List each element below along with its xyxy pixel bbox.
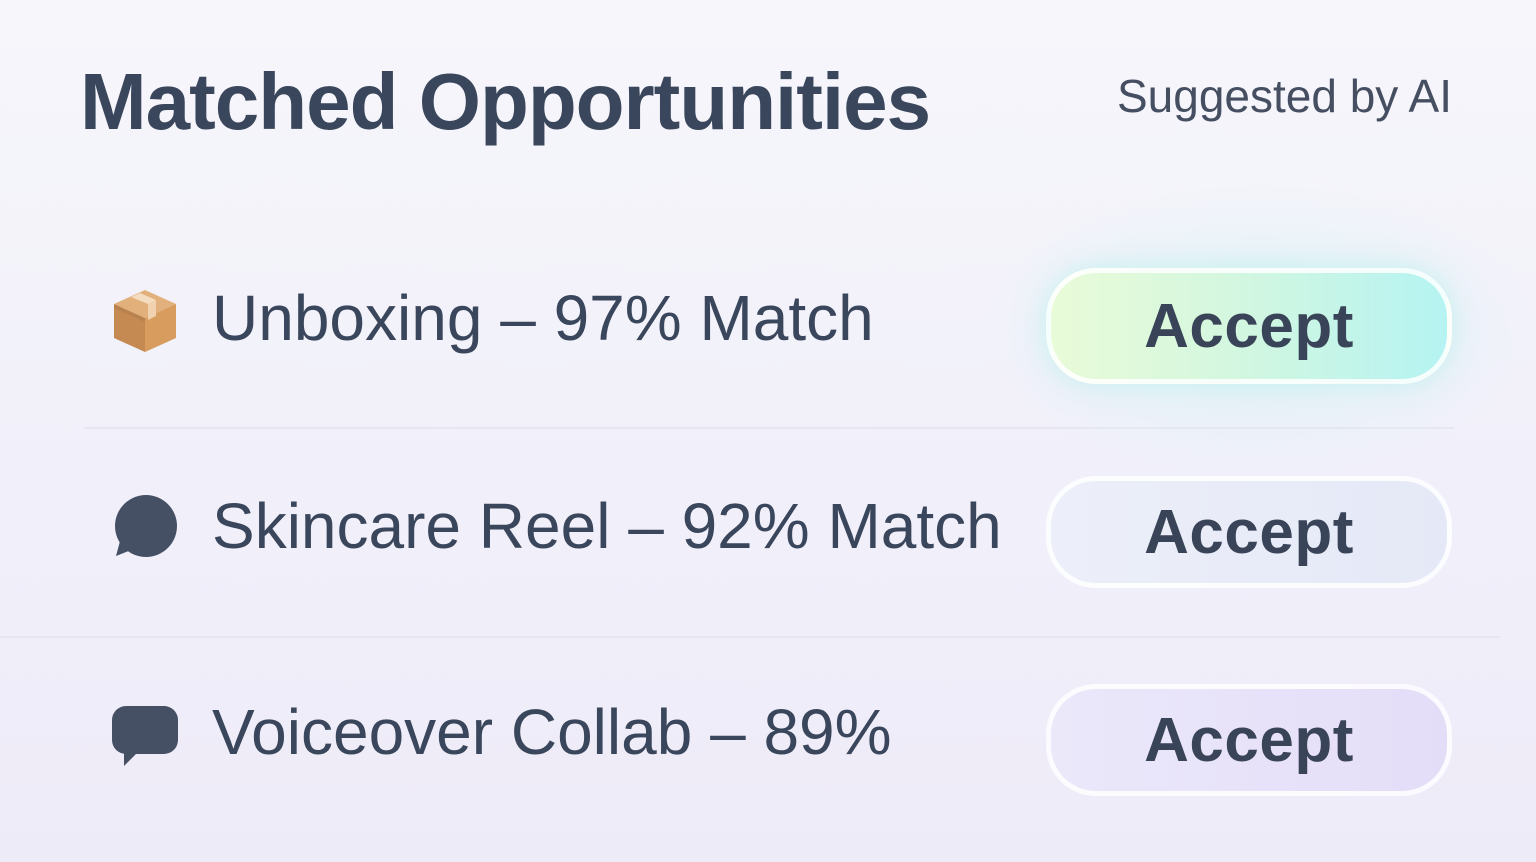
row-divider xyxy=(84,427,1454,429)
accept-button-unboxing[interactable]: Accept xyxy=(1046,268,1452,384)
opportunity-row-unboxing: Unboxing – 97% Match Accept xyxy=(0,254,1536,394)
opportunity-label: Skincare Reel – 92% Match xyxy=(212,490,1002,562)
opportunity-row-skincare-reel: Skincare Reel – 92% Match Accept xyxy=(0,462,1536,602)
panel-header: Matched Opportunities Suggested by AI xyxy=(80,52,1456,162)
package-icon xyxy=(110,286,180,356)
accept-button-voiceover-collab[interactable]: Accept xyxy=(1046,684,1452,796)
accept-button-skincare-reel[interactable]: Accept xyxy=(1046,476,1452,588)
opportunity-label: Voiceover Collab – 89% xyxy=(212,696,892,768)
ai-suggestion-label: Suggested by AI xyxy=(1116,70,1452,122)
opportunity-label: Unboxing – 97% Match xyxy=(212,282,874,354)
row-divider xyxy=(0,636,1500,638)
chat-bubble-icon xyxy=(110,700,180,770)
page-title: Matched Opportunities xyxy=(80,57,931,146)
opportunity-row-voiceover-collab: Voiceover Collab – 89% Accept xyxy=(0,668,1536,808)
speech-bubble-icon xyxy=(110,494,180,564)
